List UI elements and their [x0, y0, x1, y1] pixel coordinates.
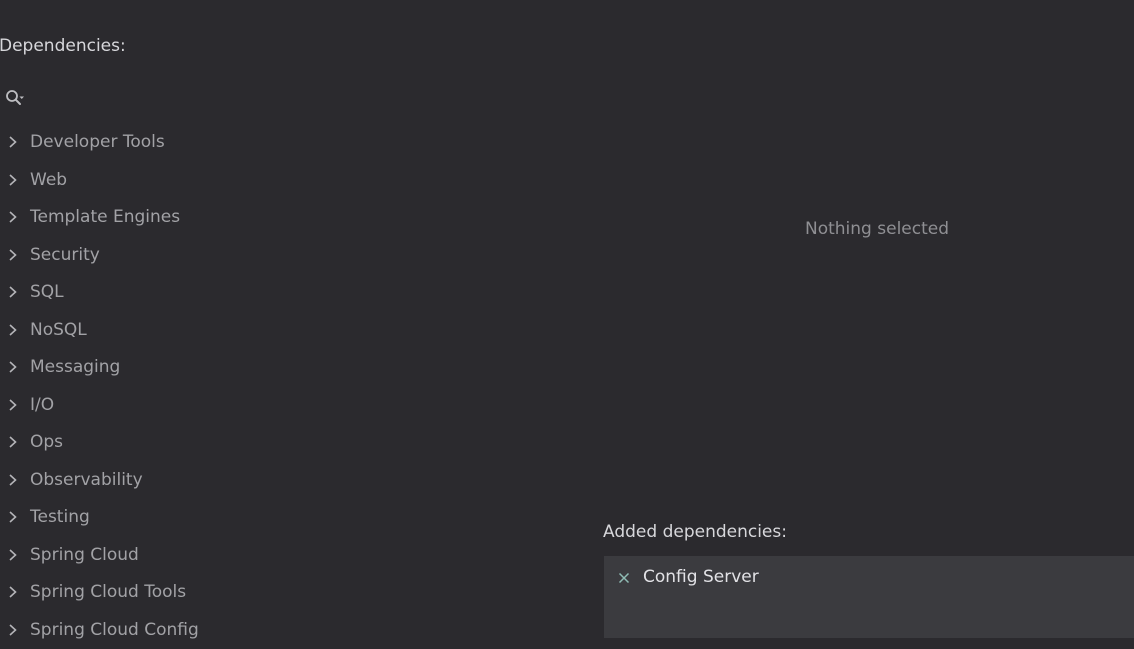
- tree-item-label: I/O: [30, 395, 54, 415]
- dependency-search[interactable]: [0, 84, 590, 112]
- chevron-right-icon[interactable]: [7, 172, 19, 186]
- dependencies-title: Dependencies:: [0, 36, 126, 56]
- chevron-right-icon[interactable]: [7, 284, 19, 298]
- tree-item-nosql[interactable]: NoSQL: [0, 312, 590, 350]
- tree-item-testing[interactable]: Testing: [0, 499, 590, 537]
- tree-item-messaging[interactable]: Messaging: [0, 349, 590, 387]
- tree-item-label: Spring Cloud Tools: [30, 582, 186, 602]
- tree-item-label: Ops: [30, 432, 63, 452]
- close-icon[interactable]: [618, 569, 630, 581]
- tree-item-developer-tools[interactable]: Developer Tools: [0, 124, 590, 162]
- search-icon[interactable]: [4, 88, 26, 108]
- tree-item-label: Spring Cloud Config: [30, 620, 199, 640]
- search-input[interactable]: [30, 86, 574, 110]
- tree-item-template-engines[interactable]: Template Engines: [0, 199, 590, 237]
- added-dependency-label: Config Server: [643, 567, 759, 587]
- added-dependency-item: Config Server: [604, 564, 1134, 592]
- chevron-right-icon[interactable]: [7, 434, 19, 448]
- tree-item-observability[interactable]: Observability: [0, 462, 590, 500]
- tree-item-label: Observability: [30, 470, 143, 490]
- chevron-right-icon[interactable]: [7, 209, 19, 223]
- tree-item-spring-cloud-config[interactable]: Spring Cloud Config: [0, 612, 590, 649]
- added-dependencies-title: Added dependencies:: [603, 522, 787, 542]
- chevron-right-icon[interactable]: [7, 472, 19, 486]
- tree-item-label: Testing: [30, 507, 90, 527]
- dependency-category-tree: Developer Tools Web Template Engines Sec…: [0, 124, 590, 649]
- tree-item-ops[interactable]: Ops: [0, 424, 590, 462]
- chevron-right-icon[interactable]: [7, 134, 19, 148]
- tree-item-label: NoSQL: [30, 320, 87, 340]
- tree-item-label: Security: [30, 245, 100, 265]
- chevron-right-icon[interactable]: [7, 247, 19, 261]
- chevron-right-icon[interactable]: [7, 584, 19, 598]
- tree-item-io[interactable]: I/O: [0, 387, 590, 425]
- tree-item-spring-cloud-tools[interactable]: Spring Cloud Tools: [0, 574, 590, 612]
- added-dependencies-list: Config Server: [604, 556, 1134, 638]
- tree-item-web[interactable]: Web: [0, 162, 590, 200]
- tree-item-label: Web: [30, 170, 67, 190]
- chevron-right-icon[interactable]: [7, 397, 19, 411]
- chevron-right-icon[interactable]: [7, 509, 19, 523]
- tree-item-spring-cloud[interactable]: Spring Cloud: [0, 537, 590, 575]
- tree-item-label: Developer Tools: [30, 132, 165, 152]
- tree-item-label: SQL: [30, 282, 64, 302]
- chevron-right-icon[interactable]: [7, 322, 19, 336]
- details-empty-text: Nothing selected: [805, 219, 949, 239]
- chevron-right-icon[interactable]: [7, 622, 19, 636]
- tree-item-security[interactable]: Security: [0, 237, 590, 275]
- tree-item-label: Template Engines: [30, 207, 180, 227]
- chevron-right-icon[interactable]: [7, 359, 19, 373]
- tree-item-label: Spring Cloud: [30, 545, 139, 565]
- tree-item-sql[interactable]: SQL: [0, 274, 590, 312]
- chevron-right-icon[interactable]: [7, 547, 19, 561]
- tree-item-label: Messaging: [30, 357, 120, 377]
